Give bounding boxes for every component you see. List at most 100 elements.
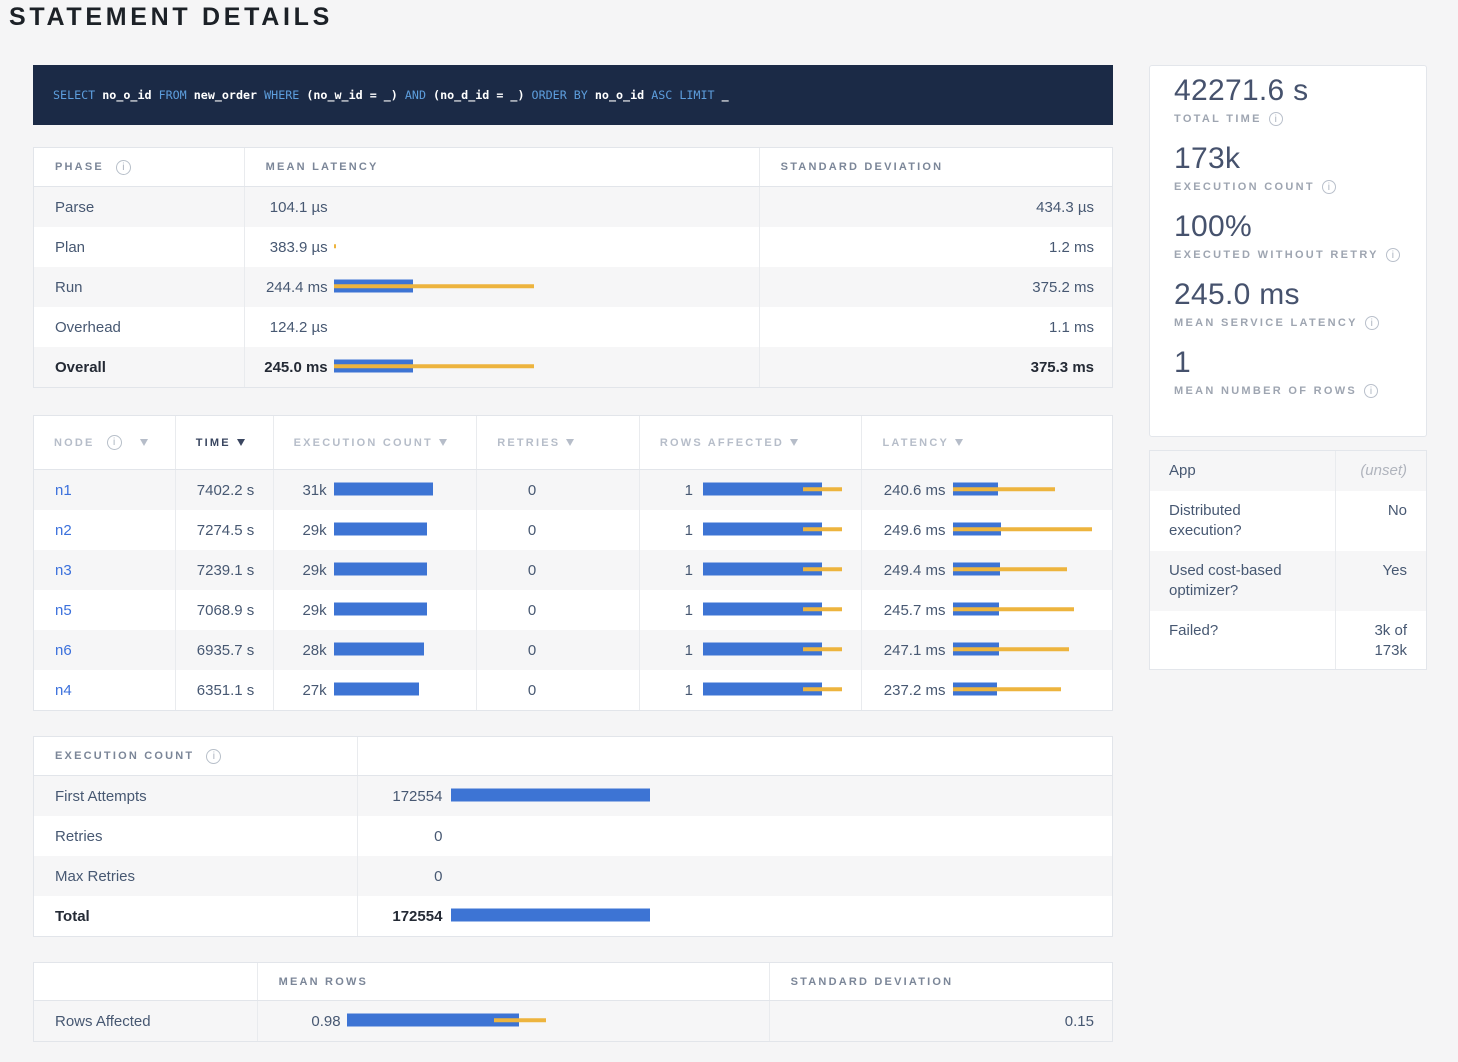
summary-metric: 245.0 msMEAN SERVICE LATENCYi [1174,280,1414,330]
node-link[interactable]: n3 [55,562,72,579]
exec-row-label: First Attempts [34,776,357,816]
column-header-mean-latency: MEAN LATENCY [244,148,759,186]
metric-label-text: MEAN NUMBER OF ROWS [1174,385,1357,397]
table-row: n66935.7 s28k01247.1 ms [34,630,1112,670]
sql-identifier: no_o_id [102,88,158,102]
stddev-line [953,567,1067,571]
rows-affected-value: 1 [640,470,693,510]
execution-count-value: 29k [274,550,327,590]
bar-chart [953,550,1112,590]
stddev-line [953,647,1069,651]
stddev-cell: 1.2 ms [759,227,1112,267]
column-header-node[interactable]: NODEi [34,416,175,469]
info-icon[interactable]: i [1322,180,1336,194]
time-cell: 7068.9 s [175,590,273,630]
app-row-label: Used cost-based optimizer? [1150,551,1335,611]
node-link[interactable]: n2 [55,522,72,539]
metric-label-text: EXECUTED WITHOUT RETRY [1174,249,1379,261]
bar-chart [953,670,1112,710]
bar-chart [334,267,759,307]
column-header-label: EXECUTION COUNT [294,437,433,449]
column-header-empty [34,963,257,1000]
metric-label-text: TOTAL TIME [1174,113,1262,125]
column-header-label: TIME [196,437,231,449]
stddev-cell: 375.2 ms [759,267,1112,307]
bar-chart [703,670,862,710]
latency-cell: 249.6 ms [861,510,1112,550]
stddev-line [803,527,842,531]
table-row: Retries0 [34,816,1112,856]
info-icon[interactable]: i [206,749,221,764]
retries-value: 0 [477,550,536,590]
retries-value: 0 [477,670,536,710]
table-row: Used cost-based optimizer?Yes [1150,551,1426,611]
retries-cell: 0 [476,670,639,710]
time-cell: 7274.5 s [175,510,273,550]
execution-count-cell: 27k [273,670,477,710]
node-link[interactable]: n5 [55,602,72,619]
rows-affected-value: 1 [640,550,693,590]
info-icon[interactable]: i [107,435,122,450]
info-icon[interactable]: i [1365,316,1379,330]
sort-arrow-icon [955,439,963,446]
sql-statement-box: SELECT no_o_id FROM new_order WHERE (no_… [33,65,1113,125]
sort-arrow-icon [237,439,245,446]
page-title: STATEMENT DETAILS [9,3,333,32]
info-icon[interactable]: i [1364,384,1378,398]
latency-value: 249.4 ms [862,550,945,590]
time-cell: 6935.7 s [175,630,273,670]
rows-affected-table: MEAN ROWSSTANDARD DEVIATIONRows Affected… [33,962,1113,1042]
stddev-value: 1.1 ms [760,307,1112,347]
metric-label-text: EXECUTION COUNT [1174,181,1315,193]
rows-affected-cell: 1 [639,590,862,630]
sql-keyword: FROM [159,88,194,102]
table-row: Run244.4 ms375.2 ms [34,267,1112,307]
latency-cell: 237.2 ms [861,670,1112,710]
sql-keyword: SELECT [53,88,102,102]
node-cell: n6 [34,630,175,670]
table-row: App(unset) [1150,451,1426,491]
info-icon[interactable]: i [1386,248,1400,262]
stddev-line [803,687,842,691]
column-header-label: EXECUTION COUNT [55,750,194,762]
table-row: n46351.1 s27k01237.2 ms [34,670,1112,710]
column-header-label: PHASE [55,161,104,173]
mean-bar [334,523,427,536]
node-link[interactable]: n6 [55,642,72,659]
execution-count-value: 28k [274,630,327,670]
column-header-mean-rows: MEAN ROWS [257,963,769,1000]
info-icon[interactable]: i [1269,112,1283,126]
exec-count-value: 172554 [358,776,442,816]
mean-bar [451,789,650,802]
rows-affected-value: 1 [640,630,693,670]
info-icon[interactable]: i [116,160,131,175]
stddev-cell: 375.3 ms [759,347,1112,387]
column-header-retries[interactable]: RETRIES [476,416,639,469]
latency-value: 245.7 ms [862,590,945,630]
table-row: n17402.2 s31k01240.6 ms [34,470,1112,510]
bar-chart [334,470,477,510]
bar-chart [334,307,759,347]
app-row-label: App [1150,451,1335,491]
phase-label: Overall [34,347,244,387]
metric-label: EXECUTED WITHOUT RETRY i [1174,248,1414,262]
column-header-latency[interactable]: LATENCY [861,416,1112,469]
stddev-line [803,607,842,611]
stddev-line [953,607,1074,611]
node-link[interactable]: n1 [55,482,72,499]
column-header-rows-affected[interactable]: ROWS AFFECTED [639,416,862,469]
mean-bar [334,563,427,576]
stddev-cell: 1.1 ms [759,307,1112,347]
bar-chart [953,510,1112,550]
execution-count-value: 27k [274,670,327,710]
column-header-time[interactable]: TIME [175,416,273,469]
sql-keyword: WHERE [264,88,306,102]
latency-cell: 245.7 ms [861,590,1112,630]
node-link[interactable]: n4 [55,682,72,699]
bar-chart [334,510,477,550]
bar-chart [703,550,862,590]
column-header-execution-count[interactable]: EXECUTION COUNT [273,416,477,469]
node-stats-table: NODEi TIME EXECUTION COUNT RETRIESROWS AFFE… [33,415,1113,711]
stddev-line [803,487,842,491]
stddev-cell: 0.15 [769,1001,1112,1041]
